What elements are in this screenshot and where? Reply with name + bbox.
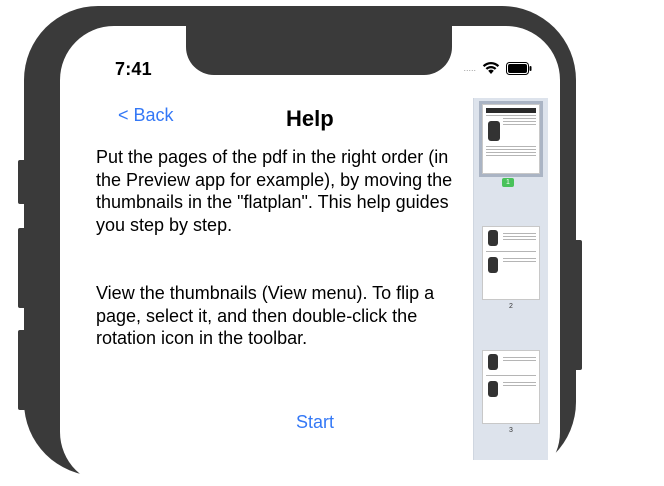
text-line xyxy=(503,382,536,383)
text-line xyxy=(503,357,536,358)
phone-image xyxy=(488,121,500,141)
help-paragraph-thumbnails: View the thumbnails (View menu). To flip… xyxy=(96,283,435,348)
page-title: Help xyxy=(286,106,334,131)
help-paragraph-intro: Put the pages of the pdf in the right or… xyxy=(96,147,453,235)
phone-image xyxy=(488,381,498,397)
signal-dots: ..... xyxy=(463,63,476,73)
text-line xyxy=(503,239,536,240)
thumbnail-header xyxy=(486,108,536,113)
page-thumbnail-2[interactable] xyxy=(482,226,540,300)
text-line xyxy=(503,118,536,119)
thumbnail-panel: 1 2 3 xyxy=(473,98,548,460)
phone-frame: 7:41 ..... < Back Help Put the pages of … xyxy=(24,6,576,486)
text-line xyxy=(503,360,536,361)
text-line xyxy=(503,385,536,386)
page-number: 3 xyxy=(509,427,513,434)
phone-screen: 7:41 ..... < Back Help Put the pages of … xyxy=(60,26,560,486)
text-line xyxy=(503,261,536,262)
battery-icon xyxy=(506,61,532,75)
text-line xyxy=(486,155,536,156)
text-line xyxy=(486,375,536,376)
text-line xyxy=(503,236,536,237)
text-line xyxy=(503,121,536,122)
wifi-icon xyxy=(482,62,500,74)
back-button[interactable]: < Back xyxy=(118,105,174,126)
start-button[interactable]: Start xyxy=(296,412,334,433)
status-indicators: ..... xyxy=(463,60,532,76)
page-number-badge: 1 xyxy=(502,178,514,187)
text-line xyxy=(503,124,536,125)
text-line xyxy=(486,115,536,116)
status-time: 7:41 xyxy=(115,59,152,79)
text-line xyxy=(486,152,536,153)
page-number: 2 xyxy=(509,303,513,310)
text-line xyxy=(486,251,536,252)
page-thumbnail-3[interactable] xyxy=(482,350,540,424)
text-line xyxy=(486,146,536,147)
text-line xyxy=(503,233,536,234)
notch xyxy=(186,26,452,75)
phone-image xyxy=(488,354,498,370)
phone-image xyxy=(488,230,498,246)
text-line xyxy=(503,258,536,259)
phone-image xyxy=(488,257,498,273)
text-line xyxy=(486,149,536,150)
page-thumbnail-1[interactable] xyxy=(479,101,543,177)
